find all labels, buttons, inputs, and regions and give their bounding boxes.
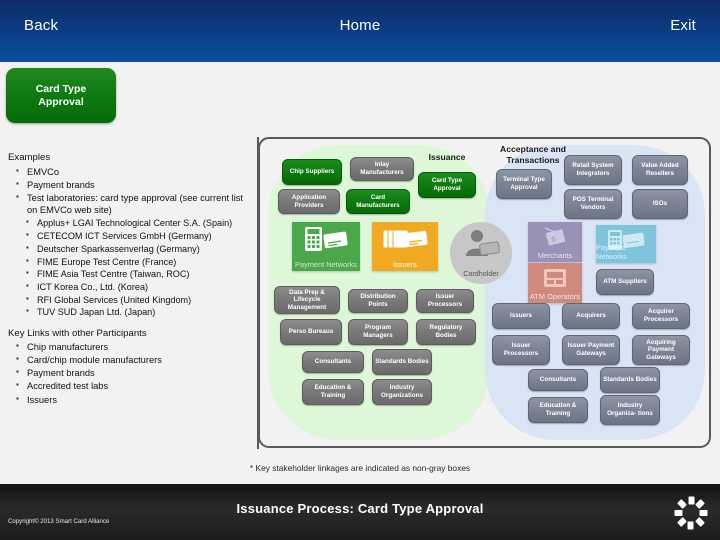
list-item: EMVCo: [16, 165, 252, 179]
tile-payment-networks-acceptance[interactable]: Payment Networks: [596, 225, 656, 263]
tile-label: Payment Networks: [596, 243, 627, 261]
person-card-icon: [450, 228, 512, 258]
node-pos-terminal-vendors[interactable]: POS Terminal Vendors: [564, 189, 622, 219]
acceptance-heading-line1: Acceptance and: [500, 144, 566, 154]
node-data-prep-lifecycle-management[interactable]: Data Prep & Lifecycle Management: [274, 286, 340, 314]
node-chip-suppliers[interactable]: Chip Suppliers: [282, 159, 342, 185]
list-item: RFI Global Services (United Kingdom): [26, 293, 252, 306]
list-item: Chip manufacturers: [16, 340, 252, 354]
list-item: ICT Korea Co., Ltd. (Korea): [26, 280, 252, 293]
node-acquirer-processors[interactable]: Acquirer Processors: [632, 303, 690, 329]
node-issuer-processors-green[interactable]: Issuer Processors: [416, 289, 474, 313]
list-item: Applus+ LGAI Technological Center S.A. (…: [26, 216, 252, 229]
keylinks-heading: Key Links with other Participants: [8, 327, 147, 339]
smart-card-alliance-logo-icon: [674, 496, 708, 530]
node-program-managers[interactable]: Program Managers: [348, 319, 408, 345]
list-item: Test laboratories: card type approval (s…: [16, 191, 252, 217]
title-badge-line1: Card Type: [35, 82, 87, 95]
tile-label: Merchants: [537, 251, 573, 260]
node-card-manufacturers[interactable]: Card Manufacturers: [346, 189, 410, 214]
node-atm-suppliers[interactable]: ATM Suppliers: [596, 269, 654, 295]
node-education-training-blue[interactable]: Education & Training: [528, 397, 588, 423]
node-retail-system-integrators[interactable]: Retail System Integrators: [564, 155, 622, 185]
list-item: Payment brands: [16, 178, 252, 192]
tile-atm-operators[interactable]: ATM Operators: [528, 263, 582, 303]
node-value-added-resellers[interactable]: Value Added Resellers: [632, 155, 688, 185]
home-button[interactable]: Home: [0, 17, 720, 34]
shop-sign-icon: $: [528, 226, 582, 248]
list-item: Issuers: [16, 393, 252, 407]
node-standards-bodies-blue[interactable]: Standards Bodies: [600, 367, 660, 393]
list-item: Payment brands: [16, 366, 252, 380]
list-item: FIME Asia Test Centre (Taiwan, ROC): [26, 267, 252, 280]
slide-title: Issuance Process: Card Type Approval: [236, 501, 484, 516]
node-inlay-manufacturers[interactable]: Inlay Manufacturers: [350, 157, 414, 181]
copyright-text: Copyright© 2013 Smart Card Alliance: [8, 518, 110, 525]
tile-label: Payment Networks: [294, 260, 358, 269]
list-item: FIME Europe Test Centre (France): [26, 255, 252, 268]
cardholder-label: Cardholder: [463, 269, 499, 278]
bottom-bar: Issuance Process: Card Type Approval Cop…: [0, 484, 720, 540]
node-consultants-green[interactable]: Consultants: [302, 351, 364, 373]
node-perso-bureaus[interactable]: Perso Bureaus: [280, 319, 342, 345]
test-labs-list: Applus+ LGAI Technological Center S.A. (…: [26, 216, 252, 318]
node-issuer-payment-gateways[interactable]: Issuer Payment Gateways: [562, 335, 620, 365]
node-issuers-acceptance[interactable]: Issuers: [492, 303, 550, 329]
node-acquiring-payment-gateways[interactable]: Acquiring Payment Gateways: [632, 335, 690, 365]
list-item: Deutscher Sparkassenverlag (Germany): [26, 242, 252, 255]
top-navigation-bar: Back Home Exit: [0, 0, 720, 62]
title-badge-line2: Approval: [38, 95, 84, 108]
node-regulatory-bodies[interactable]: Regulatory Bodies: [416, 319, 476, 345]
tile-label: ATM Operators: [530, 292, 580, 301]
list-item: CETECOM ICT Services GmbH (Germany): [26, 229, 252, 242]
tile-merchants[interactable]: $ Merchants: [528, 222, 582, 262]
examples-heading: Examples: [8, 152, 51, 163]
list-item: Card/chip module manufacturers: [16, 353, 252, 367]
cards-stack-icon: [372, 226, 438, 252]
left-content-panel: Examples EMVCo Payment brands Test labor…: [8, 152, 252, 444]
tile-issuers[interactable]: Issuers: [372, 222, 438, 271]
node-industry-organizations-green[interactable]: Industry Organizations: [372, 379, 432, 405]
footnote-text: * Key stakeholder linkages are indicated…: [249, 463, 471, 473]
atm-machine-icon: [528, 267, 582, 291]
tile-label: Issuers: [393, 260, 417, 269]
node-terminal-type-approval[interactable]: Terminal Type Approval: [496, 169, 552, 199]
node-application-providers[interactable]: Application Providers: [278, 189, 340, 214]
exit-button[interactable]: Exit: [670, 17, 696, 34]
node-isos[interactable]: ISOs: [632, 189, 688, 219]
list-item: Accredited test labs: [16, 380, 252, 393]
examples-list: EMVCo Payment brands Test laboratories: …: [16, 165, 252, 217]
cardholder-node[interactable]: Cardholder: [450, 222, 512, 284]
terminal-card-icon: [292, 226, 360, 252]
node-industry-organizations-blue[interactable]: Industry Organiza- tions: [600, 395, 660, 425]
node-standards-bodies-green[interactable]: Standards Bodies: [372, 349, 432, 375]
node-card-type-approval[interactable]: Card Type Approval: [418, 172, 476, 198]
page-title-badge: Card Type Approval: [6, 68, 116, 123]
keylinks-list: Chip manufacturers Card/chip module manu…: [16, 340, 252, 407]
node-acquirers[interactable]: Acquirers: [562, 303, 620, 329]
acceptance-zone-heading: Acceptance and Transactions: [494, 144, 572, 165]
node-education-training-green[interactable]: Education & Training: [302, 379, 364, 405]
list-item: TUV SUD Japan Ltd. (Japan): [26, 305, 252, 318]
acceptance-heading-line2: Transactions: [506, 154, 560, 165]
tile-payment-networks[interactable]: Payment Networks: [292, 222, 360, 271]
node-issuer-processors-blue[interactable]: Issuer Processors: [492, 335, 550, 365]
stakeholder-diagram: Issuance Acceptance and Transactions Chi…: [258, 137, 711, 448]
node-distribution-points[interactable]: Distribution Points: [348, 289, 408, 313]
node-consultants-blue[interactable]: Consultants: [528, 369, 588, 391]
issuance-zone-heading: Issuance: [428, 152, 466, 162]
